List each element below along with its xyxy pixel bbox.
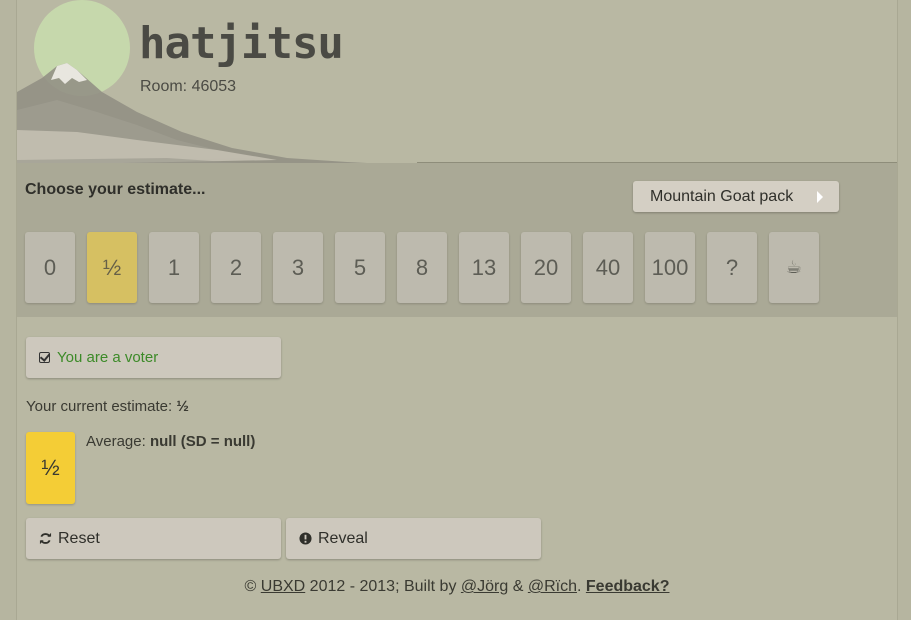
my-vote-card: ½ (26, 432, 75, 504)
reveal-label: Reveal (318, 529, 368, 547)
reveal-button[interactable]: Reveal (286, 518, 541, 559)
current-estimate: Your current estimate: ½ (26, 398, 189, 415)
current-estimate-prefix: Your current estimate: (26, 398, 173, 415)
estimate-card-question[interactable]: ? (707, 232, 757, 303)
footer: © UBXD 2012 - 2013; Built by @Jörg & @Rï… (17, 578, 897, 596)
estimate-panel: Choose your estimate... Mountain Goat pa… (17, 163, 897, 317)
estimate-card-8[interactable]: 8 (397, 232, 447, 303)
estimate-card-0[interactable]: 0 (25, 232, 75, 303)
reset-button[interactable]: Reset (26, 518, 281, 559)
footer-years: 2012 - 2013; Built by (309, 578, 457, 595)
estimate-card-1[interactable]: 1 (149, 232, 199, 303)
average-stats: Average: null (SD = null) (86, 433, 255, 450)
estimate-title: Choose your estimate... (25, 181, 206, 198)
pack-selector-button[interactable]: Mountain Goat pack (633, 181, 839, 212)
current-estimate-value: ½ (176, 398, 189, 415)
ubxd-link[interactable]: UBXD (261, 578, 305, 595)
rich-link[interactable]: @Rïch (528, 578, 577, 595)
app-logo: hatjitsu (139, 18, 344, 69)
footer-period: . (576, 578, 582, 595)
jorg-link[interactable]: @Jörg (461, 578, 508, 595)
estimate-card-half[interactable]: ½ (87, 232, 137, 303)
estimate-card-3[interactable]: 3 (273, 232, 323, 303)
estimate-card-100[interactable]: 100 (645, 232, 695, 303)
feedback-link[interactable]: Feedback? (586, 578, 670, 595)
average-prefix: Average: (86, 433, 146, 450)
estimate-card-5[interactable]: 5 (335, 232, 385, 303)
room-label: Room: 46053 (140, 78, 237, 95)
refresh-icon (38, 532, 52, 546)
caret-right-icon (817, 191, 823, 203)
exclamation-circle-icon (298, 532, 312, 546)
estimate-card-40[interactable]: 40 (583, 232, 633, 303)
voter-label: You are a voter (57, 349, 159, 366)
estimate-card-coffee[interactable]: ☕ (769, 232, 819, 303)
header: hatjitsu Room: 46053 (17, 0, 897, 175)
estimate-card-13[interactable]: 13 (459, 232, 509, 303)
average-value: null (SD = null) (149, 433, 256, 450)
pack-button-label: Mountain Goat pack (650, 187, 794, 205)
reset-label: Reset (58, 529, 100, 547)
check-square-icon (39, 352, 50, 363)
app-frame: hatjitsu Room: 46053 Choose your estimat… (16, 0, 898, 620)
estimate-card-20[interactable]: 20 (521, 232, 571, 303)
estimate-card-2[interactable]: 2 (211, 232, 261, 303)
copyright-symbol: © (244, 578, 257, 595)
footer-ampersand: & (512, 578, 524, 595)
voter-toggle[interactable]: You are a voter (26, 337, 281, 378)
